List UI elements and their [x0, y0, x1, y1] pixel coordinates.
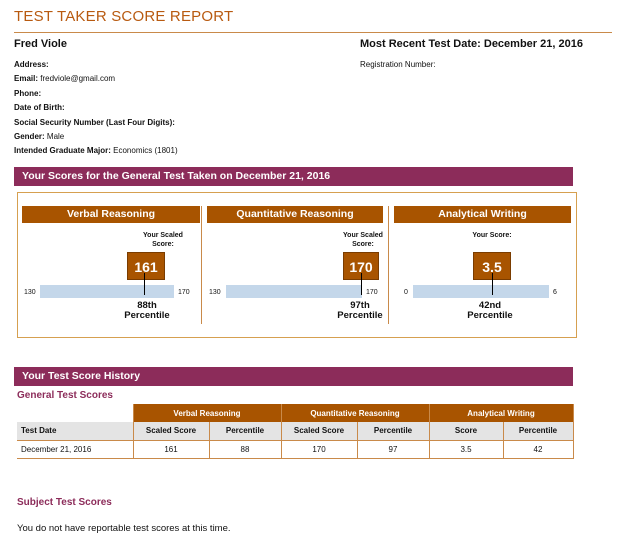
registration-number-label: Registration Number: [360, 60, 436, 69]
quant-max: 170 [366, 289, 378, 296]
table-row: December 21, 2016 161 88 170 97 3.5 42 [17, 440, 574, 459]
writing-max: 6 [553, 289, 557, 296]
most-recent-test-date: Most Recent Test Date: December 21, 2016 [360, 38, 583, 50]
test-taker-name: Fred Viole [14, 38, 67, 50]
col-verbal-scaled: Scaled Score [132, 422, 209, 441]
writing-scaled-label: Your Score: [472, 232, 512, 239]
quant-scaled-label: Your Scaled Score: [343, 232, 383, 248]
verbal-max: 170 [178, 289, 190, 296]
info-email: Email: fredviole@gmail.com [14, 74, 116, 84]
col-quant-percentile: Percentile [356, 422, 429, 441]
general-test-heading: General Test Scores [17, 390, 113, 401]
scores-section-bar: Your Scores for the General Test Taken o… [14, 167, 573, 186]
col-writing-score: Score [428, 422, 503, 441]
row-verbal-percentile: 88 [208, 440, 281, 459]
title-divider [14, 32, 612, 33]
row-verbal-scaled: 161 [132, 440, 209, 459]
col-verbal-percentile: Percentile [208, 422, 281, 441]
info-date-of-birth: Date of Birth: [14, 103, 65, 113]
row-quant-scaled: 170 [280, 440, 357, 459]
group-writing: Analytical Writing [428, 404, 574, 422]
info-phone: Phone: [14, 88, 42, 98]
quant-score-marker [361, 273, 362, 295]
writing-percentile: 42nd Percentile [467, 300, 513, 321]
group-verbal: Verbal Reasoning [132, 404, 281, 422]
verbal-heading: Verbal Reasoning [22, 206, 200, 223]
row-writing-percentile: 42 [502, 440, 574, 459]
row-writing-score: 3.5 [428, 440, 503, 459]
col-test-date: Test Date [17, 422, 133, 441]
info-gender: Gender: Male [14, 131, 65, 141]
quant-min: 130 [209, 289, 221, 296]
col-writing-percentile: Percentile [502, 422, 574, 441]
no-subject-scores-message: You do not have reportable test scores a… [17, 523, 231, 534]
verbal-min: 130 [24, 289, 36, 296]
row-test-date: December 21, 2016 [17, 440, 133, 459]
quant-percentile: 97th Percentile [337, 300, 383, 321]
verbal-score-box: 161 [127, 252, 165, 280]
verbal-score-marker [144, 273, 145, 295]
history-section-bar: Your Test Score History [14, 367, 573, 386]
quant-heading: Quantitative Reasoning [207, 206, 383, 223]
writing-min: 0 [404, 289, 408, 296]
score-history-table: Verbal Reasoning Quantitative Reasoning … [17, 404, 574, 459]
subject-test-heading: Subject Test Scores [17, 497, 112, 508]
writing-heading: Analytical Writing [394, 206, 571, 223]
group-quant: Quantitative Reasoning [280, 404, 429, 422]
writing-score-marker [492, 273, 493, 295]
info-address: Address: [14, 60, 49, 69]
quant-score-track [226, 273, 362, 298]
info-major: Intended Graduate Major: Economics (1801… [14, 146, 178, 156]
table-corner [17, 404, 133, 422]
col-quant-scaled: Scaled Score [280, 422, 357, 441]
report-title: TEST TAKER SCORE REPORT [14, 8, 234, 25]
verbal-score-track [40, 273, 174, 298]
verbal-percentile: 88th Percentile [124, 300, 170, 321]
verbal-scaled-label: Your Scaled Score: [143, 232, 183, 248]
personal-info: Address: Email: fredviole@gmail.com Phon… [14, 58, 178, 159]
info-ssn: Social Security Number (Last Four Digits… [14, 117, 175, 127]
row-quant-percentile: 97 [356, 440, 429, 459]
writing-score-track [413, 273, 549, 298]
